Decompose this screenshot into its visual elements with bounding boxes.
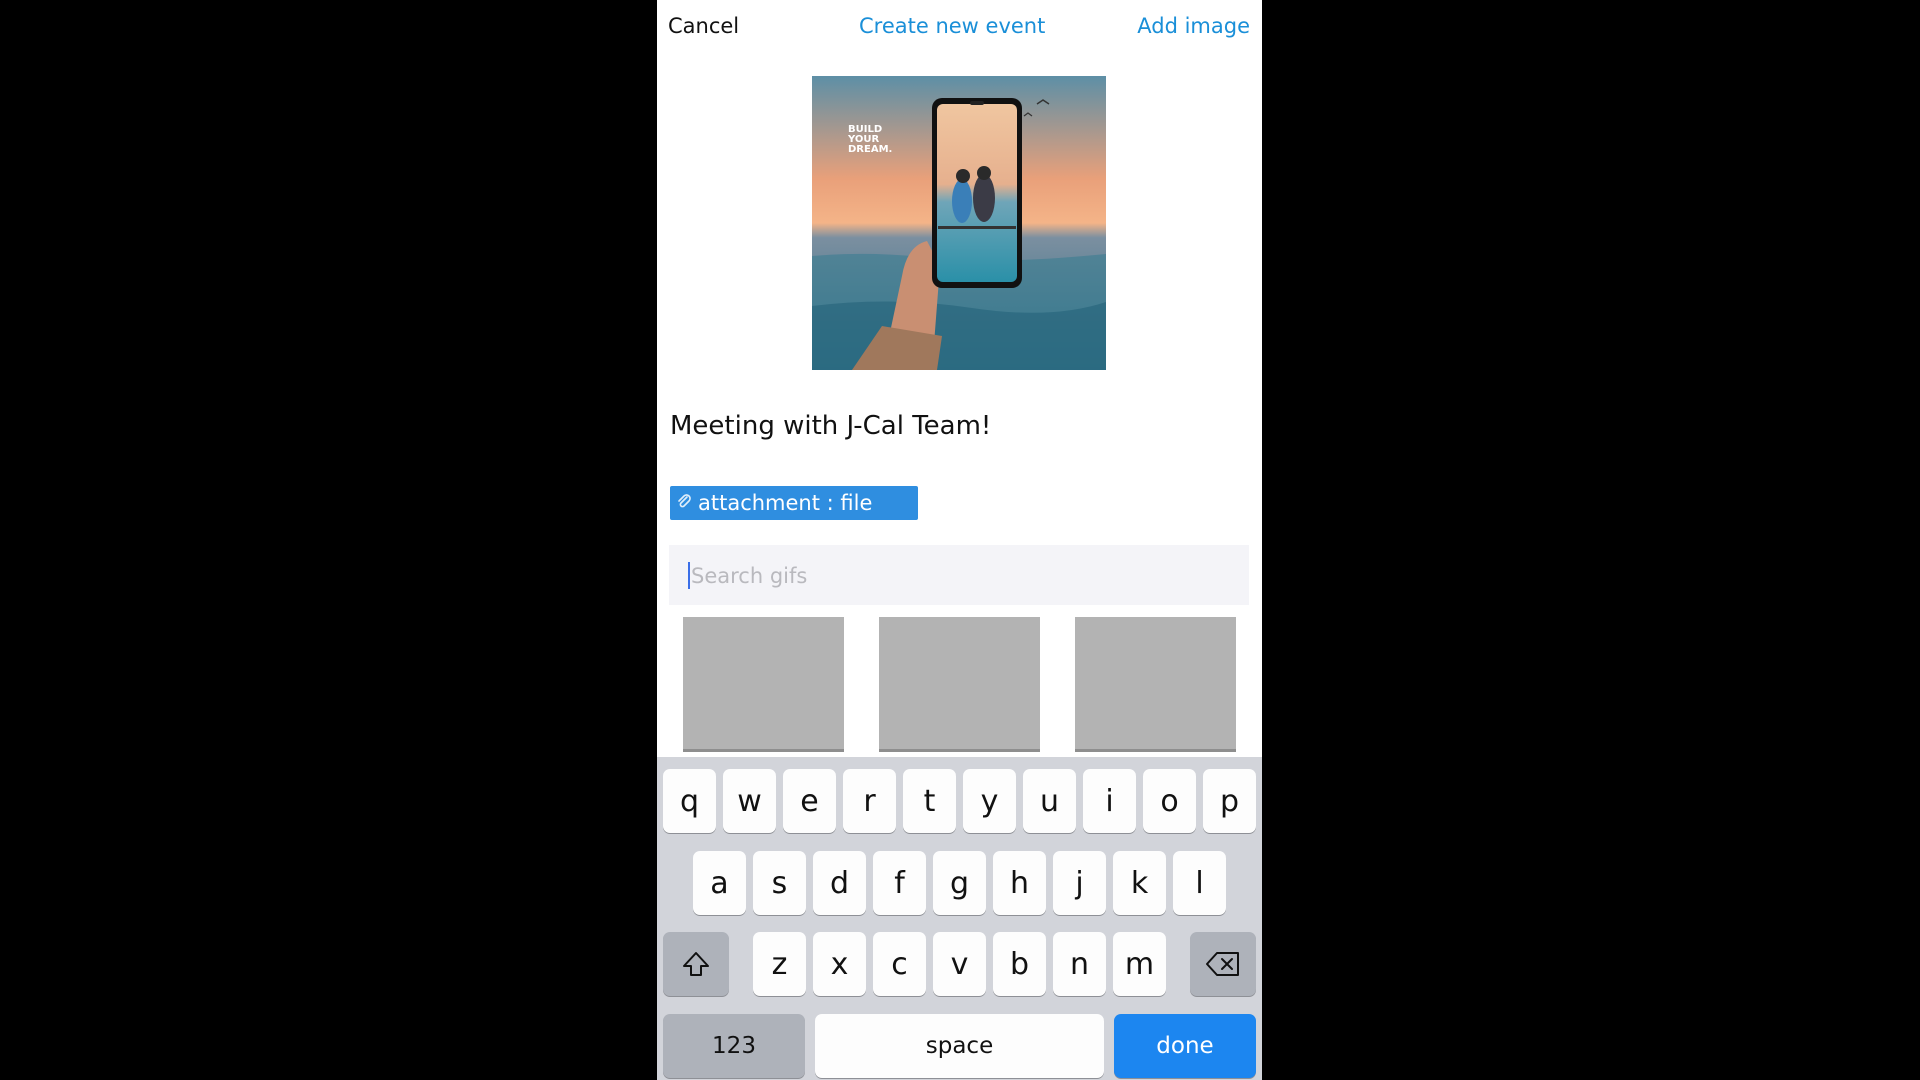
space-key[interactable]: space bbox=[815, 1014, 1104, 1078]
backspace-key[interactable] bbox=[1190, 932, 1256, 996]
attachment-chip[interactable]: attachment : file bbox=[670, 486, 918, 520]
event-image: BUILD YOUR DREAM. bbox=[812, 76, 1106, 370]
shift-key[interactable] bbox=[663, 932, 729, 996]
key-l[interactable]: l bbox=[1173, 851, 1226, 915]
key-n[interactable]: n bbox=[1053, 932, 1106, 996]
app-screen: Cancel Create new event Add image BUILD … bbox=[657, 0, 1262, 1080]
gif-result-3[interactable] bbox=[1075, 617, 1236, 752]
event-photo: BUILD YOUR DREAM. bbox=[812, 76, 1106, 370]
cancel-button[interactable]: Cancel bbox=[668, 14, 739, 38]
key-x[interactable]: x bbox=[813, 932, 866, 996]
page-title: Create new event bbox=[859, 14, 1046, 38]
svg-text:DREAM.: DREAM. bbox=[848, 144, 892, 155]
add-image-button[interactable]: Add image bbox=[1137, 14, 1250, 38]
numbers-key[interactable]: 123 bbox=[663, 1014, 805, 1078]
key-r[interactable]: r bbox=[843, 769, 896, 833]
keyboard: q w e r t y u i o p a s d f g h j k l z … bbox=[657, 757, 1262, 1080]
key-z[interactable]: z bbox=[753, 932, 806, 996]
gif-search-input[interactable] bbox=[689, 559, 1213, 593]
gif-search-box bbox=[669, 545, 1249, 605]
key-e[interactable]: e bbox=[783, 769, 836, 833]
key-d[interactable]: d bbox=[813, 851, 866, 915]
shift-icon bbox=[683, 952, 709, 976]
key-o[interactable]: o bbox=[1143, 769, 1196, 833]
key-c[interactable]: c bbox=[873, 932, 926, 996]
done-key[interactable]: done bbox=[1114, 1014, 1256, 1078]
backspace-icon bbox=[1206, 952, 1239, 976]
gif-result-1[interactable] bbox=[683, 617, 844, 752]
key-f[interactable]: f bbox=[873, 851, 926, 915]
key-g[interactable]: g bbox=[933, 851, 986, 915]
key-j[interactable]: j bbox=[1053, 851, 1106, 915]
key-w[interactable]: w bbox=[723, 769, 776, 833]
navigation-bar: Cancel Create new event Add image bbox=[657, 0, 1262, 60]
event-title[interactable]: Meeting with J-Cal Team! bbox=[670, 411, 991, 441]
key-q[interactable]: q bbox=[663, 769, 716, 833]
gif-result-2[interactable] bbox=[879, 617, 1040, 752]
key-b[interactable]: b bbox=[993, 932, 1046, 996]
attachment-label: attachment : file bbox=[698, 491, 873, 515]
key-t[interactable]: t bbox=[903, 769, 956, 833]
key-u[interactable]: u bbox=[1023, 769, 1076, 833]
key-a[interactable]: a bbox=[693, 851, 746, 915]
key-h[interactable]: h bbox=[993, 851, 1046, 915]
key-p[interactable]: p bbox=[1203, 769, 1256, 833]
key-y[interactable]: y bbox=[963, 769, 1016, 833]
key-i[interactable]: i bbox=[1083, 769, 1136, 833]
key-v[interactable]: v bbox=[933, 932, 986, 996]
key-m[interactable]: m bbox=[1113, 932, 1166, 996]
key-k[interactable]: k bbox=[1113, 851, 1166, 915]
key-s[interactable]: s bbox=[753, 851, 806, 915]
paperclip-icon bbox=[676, 493, 692, 513]
